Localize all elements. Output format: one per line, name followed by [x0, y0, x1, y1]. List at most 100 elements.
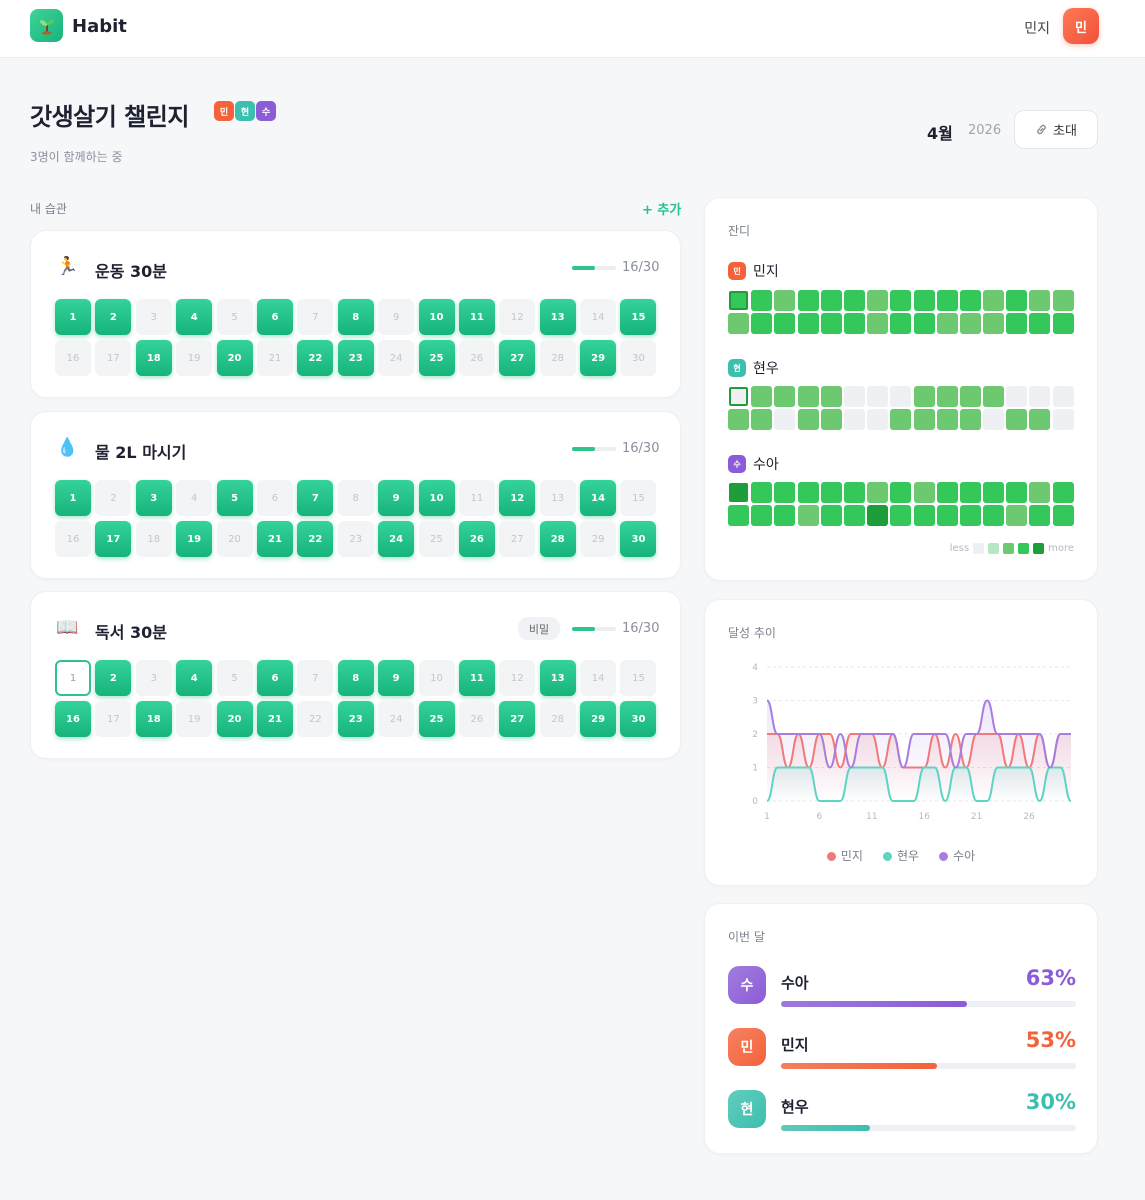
day-cell[interactable]: 24 [378, 340, 415, 376]
day-cell[interactable]: 6 [256, 480, 293, 516]
day-cell[interactable]: 6 [256, 299, 293, 335]
day-cell[interactable]: 21 [256, 521, 293, 557]
day-cell[interactable]: 10 [418, 480, 455, 516]
day-cell[interactable]: 29 [580, 340, 617, 376]
day-cell[interactable]: 30 [620, 340, 657, 376]
grass-cell [774, 386, 796, 407]
day-cell[interactable]: 29 [580, 521, 617, 557]
day-cell[interactable]: 16 [55, 701, 91, 737]
day-cell[interactable]: 29 [580, 701, 617, 737]
day-cell[interactable]: 23 [337, 340, 374, 376]
day-cell[interactable]: 22 [297, 521, 334, 557]
day-cell[interactable]: 23 [337, 701, 374, 737]
day-cell[interactable]: 18 [135, 340, 172, 376]
day-cell[interactable]: 8 [337, 660, 374, 696]
day-cell[interactable]: 9 [378, 660, 415, 696]
day-cell[interactable]: 24 [378, 521, 415, 557]
day-cell[interactable]: 26 [458, 340, 495, 376]
day-cell[interactable]: 12 [499, 660, 536, 696]
day-cell[interactable]: 15 [620, 299, 657, 335]
day-cell[interactable]: 25 [418, 521, 455, 557]
day-cell[interactable]: 13 [539, 299, 576, 335]
day-cell[interactable]: 18 [135, 701, 172, 737]
ranking-name: 수아 [781, 974, 809, 992]
day-cell[interactable]: 15 [620, 480, 657, 516]
day-cell[interactable]: 2 [95, 299, 132, 335]
day-cell[interactable]: 27 [499, 521, 536, 557]
day-cell[interactable]: 21 [256, 340, 293, 376]
day-cell[interactable]: 2 [95, 660, 132, 696]
day-cell[interactable]: 4 [176, 299, 213, 335]
day-cell[interactable]: 25 [418, 340, 455, 376]
day-cell[interactable]: 5 [216, 480, 253, 516]
day-cell[interactable]: 17 [95, 340, 132, 376]
day-cell[interactable]: 22 [297, 701, 334, 737]
day-cell[interactable]: 8 [337, 299, 374, 335]
day-cell[interactable]: 6 [256, 660, 293, 696]
day-cell[interactable]: 7 [297, 660, 334, 696]
day-cell[interactable]: 14 [580, 660, 617, 696]
day-cell[interactable]: 30 [620, 701, 657, 737]
day-cell[interactable]: 18 [135, 521, 172, 557]
day-cell[interactable]: 2 [95, 480, 132, 516]
day-cell[interactable]: 3 [135, 299, 172, 335]
day-cell[interactable]: 14 [580, 299, 617, 335]
invite-button[interactable]: 초대 [1014, 110, 1098, 149]
day-cell[interactable]: 23 [337, 521, 374, 557]
day-cell[interactable]: 12 [499, 299, 536, 335]
day-cell[interactable]: 28 [539, 340, 576, 376]
day-cell[interactable]: 26 [458, 701, 495, 737]
day-cell[interactable]: 19 [176, 340, 213, 376]
day-cell[interactable]: 21 [256, 701, 293, 737]
day-cell[interactable]: 25 [418, 701, 455, 737]
day-cell[interactable]: 15 [620, 660, 657, 696]
trend-card: 달성 추이 0 1 2 3 4 1 6 11 16 21 26 민지 현우 수아 [704, 599, 1098, 886]
day-cell[interactable]: 26 [458, 521, 495, 557]
day-cell[interactable]: 10 [418, 660, 455, 696]
day-cell[interactable]: 17 [95, 701, 132, 737]
day-cell[interactable]: 9 [378, 299, 415, 335]
day-cell[interactable]: 14 [580, 480, 617, 516]
grass-cell [751, 482, 773, 503]
day-cell[interactable]: 3 [135, 660, 172, 696]
day-cell[interactable]: 3 [135, 480, 172, 516]
day-cell[interactable]: 22 [297, 340, 334, 376]
day-cell[interactable]: 13 [539, 480, 576, 516]
legend-more-label: more [1048, 543, 1074, 554]
day-cell[interactable]: 8 [337, 480, 374, 516]
day-cell[interactable]: 28 [539, 521, 576, 557]
day-cell[interactable]: 24 [378, 701, 415, 737]
day-cell[interactable]: 9 [378, 480, 415, 516]
user-avatar[interactable]: 민 [1063, 8, 1099, 44]
day-cell[interactable]: 1 [55, 480, 91, 516]
day-cell[interactable]: 12 [499, 480, 536, 516]
day-cell[interactable]: 19 [176, 521, 213, 557]
day-cell[interactable]: 16 [55, 521, 91, 557]
day-cell[interactable]: 11 [458, 299, 495, 335]
day-cell[interactable]: 11 [458, 480, 495, 516]
day-cell[interactable]: 4 [176, 480, 213, 516]
day-cell[interactable]: 10 [418, 299, 455, 335]
day-cell[interactable]: 11 [458, 660, 495, 696]
day-cell[interactable]: 20 [216, 340, 253, 376]
app-logo[interactable] [30, 9, 63, 42]
day-cell[interactable]: 27 [499, 340, 536, 376]
day-cell[interactable]: 30 [620, 521, 657, 557]
day-cell[interactable]: 20 [216, 701, 253, 737]
add-habit-button[interactable]: + 추가 [642, 199, 681, 218]
day-cell[interactable]: 5 [216, 660, 253, 696]
day-cell[interactable]: 1 [55, 299, 91, 335]
day-cell[interactable]: 4 [176, 660, 213, 696]
day-cell[interactable]: 28 [539, 701, 576, 737]
day-cell[interactable]: 7 [297, 480, 334, 516]
day-cell[interactable]: 13 [539, 660, 576, 696]
day-cell[interactable]: 19 [176, 701, 213, 737]
day-cell[interactable]: 27 [499, 701, 536, 737]
day-cell[interactable]: 17 [95, 521, 132, 557]
current-month[interactable]: 4월 [927, 120, 953, 144]
day-cell[interactable]: 7 [297, 299, 334, 335]
day-cell[interactable]: 5 [216, 299, 253, 335]
day-cell[interactable]: 1 [55, 660, 91, 696]
day-cell[interactable]: 20 [216, 521, 253, 557]
day-cell[interactable]: 16 [55, 340, 91, 376]
